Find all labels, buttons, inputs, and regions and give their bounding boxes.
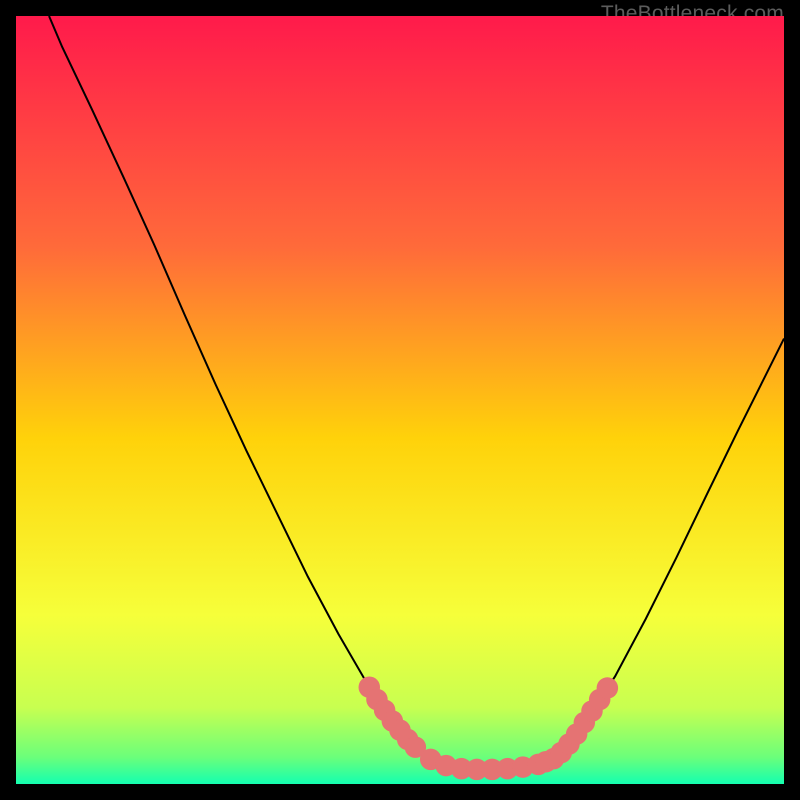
gradient-background	[16, 16, 784, 784]
marker-dot	[597, 677, 619, 699]
chart-container: TheBottleneck.com	[0, 0, 800, 800]
bottleneck-chart	[16, 16, 784, 784]
